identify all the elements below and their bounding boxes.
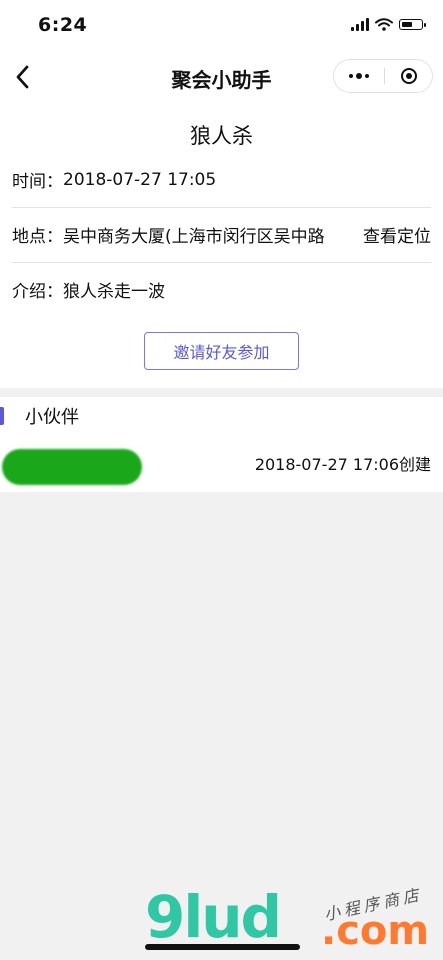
battery-icon bbox=[399, 19, 426, 30]
cellular-signal-icon bbox=[351, 18, 369, 31]
wifi-icon bbox=[375, 18, 393, 31]
member-created-time: 2018-07-27 17:06创建 bbox=[254, 455, 431, 474]
event-time-row: 时间： 2018-07-27 17:05 bbox=[12, 152, 431, 207]
watermark-domain: .com bbox=[321, 908, 430, 954]
event-info-card: 狼人杀 时间： 2018-07-27 17:05 地点： 吴中商务大厦(上海市闵… bbox=[0, 102, 443, 388]
friends-section: 小伙伴 2018-07-27 17:06创建 bbox=[0, 397, 443, 492]
place-value: 吴中商务大厦(上海市闵行区吴中路 bbox=[63, 227, 325, 247]
time-label: 时间： bbox=[12, 172, 63, 192]
intro-value: 狼人杀走一波 bbox=[63, 282, 165, 302]
section-title: 小伙伴 bbox=[25, 407, 79, 428]
more-icon[interactable] bbox=[334, 60, 384, 92]
close-miniprogram-icon[interactable] bbox=[384, 60, 434, 92]
status-icons bbox=[351, 18, 426, 31]
section-accent-bar bbox=[0, 407, 4, 425]
place-label: 地点： bbox=[12, 227, 63, 247]
event-intro-row: 介绍： 狼人杀走一波 bbox=[12, 262, 431, 317]
event-title: 狼人杀 bbox=[190, 124, 253, 148]
status-time: 6:24 bbox=[38, 14, 88, 36]
home-indicator[interactable] bbox=[145, 944, 300, 950]
invite-friends-button[interactable]: 邀请好友参加 bbox=[144, 332, 299, 370]
watermark-brand: 9lud bbox=[145, 883, 282, 951]
navigation-bar: 聚会小助手 bbox=[0, 52, 443, 102]
event-place-row: 地点： 吴中商务大厦(上海市闵行区吴中路 查看定位 bbox=[12, 207, 431, 262]
member-avatar-redacted[interactable] bbox=[2, 449, 142, 485]
status-bar: 6:24 bbox=[0, 0, 443, 52]
time-value: 2018-07-27 17:05 bbox=[63, 169, 217, 190]
intro-label: 介绍： bbox=[12, 282, 63, 302]
view-location-link[interactable]: 查看定位 bbox=[363, 222, 431, 247]
menu-capsule bbox=[333, 59, 433, 93]
